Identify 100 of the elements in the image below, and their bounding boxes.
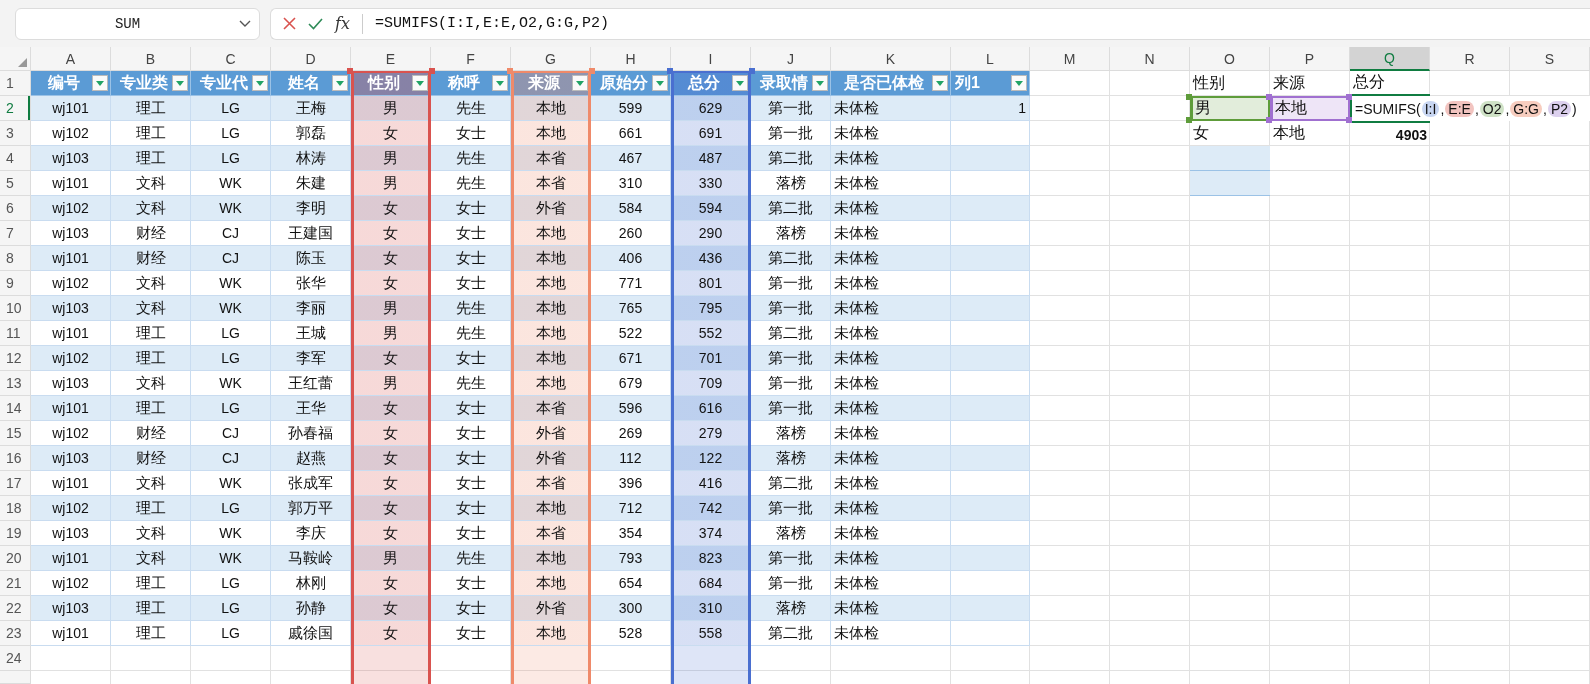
table-cell: 理工 (111, 96, 191, 121)
table-cell: 第一批 (751, 96, 831, 121)
column-header[interactable]: H (591, 47, 671, 71)
table-cell: 女 (351, 271, 431, 296)
row-header[interactable]: 10 (0, 296, 31, 321)
column-header[interactable]: B (111, 47, 191, 71)
table-cell: 第二批 (751, 246, 831, 271)
row-header[interactable]: 19 (0, 521, 31, 546)
table-cell: 290 (671, 221, 751, 246)
table-cell: 理工 (111, 496, 191, 521)
table-cell: 先生 (431, 96, 511, 121)
table-cell: 理工 (111, 146, 191, 171)
row-header[interactable]: 16 (0, 446, 31, 471)
table-cell: WK (191, 196, 271, 221)
row-header[interactable]: 13 (0, 371, 31, 396)
header-label: 编号 (46, 72, 81, 93)
row-header[interactable]: 15 (0, 421, 31, 446)
row-header[interactable]: 8 (0, 246, 31, 271)
column-header[interactable]: S (1510, 47, 1590, 71)
table-cell: wj103 (31, 146, 111, 171)
row-header[interactable]: 21 (0, 571, 31, 596)
table-cell: 第一批 (751, 346, 831, 371)
table-cell: wj103 (31, 446, 111, 471)
table-cell-text: 女 (1192, 123, 1210, 143)
column-header[interactable]: E (351, 47, 431, 71)
table-cell: 未体检 (831, 396, 951, 421)
table-cell: 本地 (511, 321, 591, 346)
table-cell: LG (191, 96, 271, 121)
column-header[interactable]: Q (1350, 47, 1430, 71)
column-header[interactable]: L (951, 47, 1030, 71)
column-header[interactable]: I (671, 47, 751, 71)
table-cell: 795 (671, 296, 751, 321)
column-header[interactable]: R (1430, 47, 1510, 71)
row-header[interactable]: 22 (0, 596, 31, 621)
table-cell: 本地 (511, 121, 591, 146)
row-header[interactable]: 17 (0, 471, 31, 496)
insert-function-button[interactable]: fx (335, 14, 350, 33)
row-header[interactable]: 4 (0, 146, 31, 171)
row-header[interactable]: 1 (0, 71, 31, 96)
table-cell: 本地 (511, 621, 591, 646)
row-header[interactable]: 9 (0, 271, 31, 296)
table-cell: 先生 (431, 546, 511, 571)
header-label: 原始分 (598, 72, 649, 93)
row-header[interactable]: 23 (0, 621, 31, 646)
row-header[interactable]: 2 (0, 96, 31, 121)
table-cell: CJ (191, 446, 271, 471)
table-cell: 女 (351, 446, 431, 471)
column-header[interactable]: O (1190, 47, 1270, 71)
table-cell: 330 (671, 171, 751, 196)
column-header[interactable]: C (191, 47, 271, 71)
column-header[interactable]: G (511, 47, 591, 71)
table-cell: 本省 (511, 521, 591, 546)
table-cell: 未体检 (831, 621, 951, 646)
column-header[interactable]: D (271, 47, 351, 71)
formula-text: , (1505, 100, 1510, 117)
formula-text: =SUMIFS( (1355, 100, 1421, 117)
column-header[interactable]: K (831, 47, 951, 71)
table-cell: wj102 (31, 496, 111, 521)
row-header[interactable]: 20 (0, 546, 31, 571)
table-cell: 男 (351, 321, 431, 346)
column-header[interactable]: F (431, 47, 511, 71)
table-cell: 599 (591, 96, 671, 121)
table-cell: wj101 (31, 621, 111, 646)
row-header[interactable]: 18 (0, 496, 31, 521)
table-cell: 未体检 (831, 596, 951, 621)
column-header[interactable]: N (1110, 47, 1190, 71)
table-cell: 本地 (511, 371, 591, 396)
table-cell: 712 (591, 496, 671, 521)
table-cell: 外省 (511, 421, 591, 446)
column-header[interactable]: P (1270, 47, 1350, 71)
table-cell: 本地 (511, 546, 591, 571)
formula-input[interactable]: =SUMIFS(I:I,E:E,O2,G:G,P2) (374, 15, 609, 32)
table-cell: 374 (671, 521, 751, 546)
column-header[interactable]: A (31, 47, 111, 71)
table-cell: 本地 (511, 96, 591, 121)
row-header[interactable]: 6 (0, 196, 31, 221)
row-header[interactable]: 11 (0, 321, 31, 346)
table-cell: 未体检 (831, 196, 951, 221)
table-cell: 第一批 (751, 546, 831, 571)
name-box[interactable]: SUM (15, 7, 260, 40)
table-cell: 陈玉 (271, 246, 351, 271)
table-cell-text: 性别 (1191, 73, 1226, 93)
table-cell: 596 (591, 396, 671, 421)
row-header[interactable]: 7 (0, 221, 31, 246)
table-cell: wj103 (31, 596, 111, 621)
table-cell: 487 (671, 146, 751, 171)
table-cell: 理工 (111, 596, 191, 621)
table-cell: wj101 (31, 246, 111, 271)
row-header[interactable]: 5 (0, 171, 31, 196)
table-cell: wj101 (31, 546, 111, 571)
row-header[interactable]: 12 (0, 346, 31, 371)
table-cell: 691 (671, 121, 751, 146)
row-header[interactable]: 24 (0, 646, 31, 671)
column-header[interactable]: J (751, 47, 831, 71)
column-header[interactable]: M (1030, 47, 1110, 71)
editing-cell[interactable]: =SUMIFS( I:I , E:E , O2 , G:G , P2 ) (1350, 96, 1590, 121)
table-cell: 未体检 (831, 496, 951, 521)
table-cell: 310 (671, 596, 751, 621)
row-header[interactable]: 3 (0, 121, 31, 146)
row-header[interactable]: 14 (0, 396, 31, 421)
